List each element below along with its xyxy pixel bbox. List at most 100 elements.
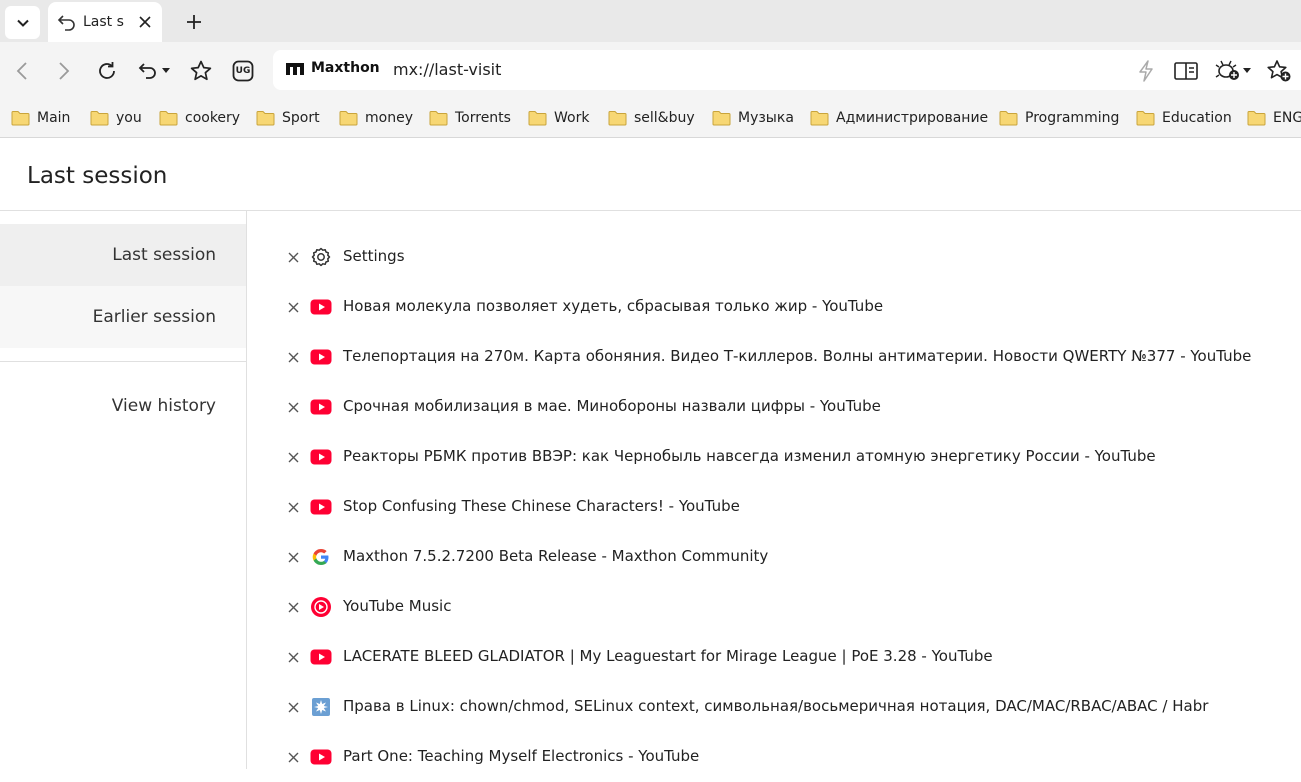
bookmark-label: ENG: [1273, 110, 1301, 126]
remove-item-button[interactable]: [285, 699, 301, 715]
close-icon: [288, 502, 298, 512]
folder-icon: [429, 111, 448, 126]
bookmarks-bar: Main you cookery Sport money Torrents Wo…: [0, 98, 1301, 138]
adblock-button[interactable]: [1213, 58, 1253, 84]
maxthon-logo-icon: [286, 63, 304, 75]
list-item-title[interactable]: Срочная мобилизация в мае. Минобороны на…: [343, 397, 881, 415]
list-item[interactable]: Maxthon 7.5.2.7200 Beta Release - Maxtho…: [247, 532, 1301, 582]
youtube-icon: [310, 646, 332, 668]
bookmark-folder[interactable]: you: [90, 108, 142, 128]
bug-add-icon: [1215, 60, 1239, 80]
youtube-icon: [310, 496, 332, 518]
list-item[interactable]: YouTube Music: [247, 582, 1301, 632]
list-item-title[interactable]: Maxthon 7.5.2.7200 Beta Release - Maxtho…: [343, 547, 768, 565]
remove-item-button[interactable]: [285, 399, 301, 415]
list-item-title[interactable]: LACERATE BLEED GLADIATOR | My Leaguestar…: [343, 647, 993, 665]
sidebar-item-view-history[interactable]: View history: [0, 375, 246, 437]
tab-close-button[interactable]: [136, 13, 154, 31]
bookmark-folder[interactable]: Work: [528, 108, 589, 128]
flash-button[interactable]: [1133, 58, 1159, 84]
list-item[interactable]: Новая молекула позволяет худеть, сбрасыв…: [247, 282, 1301, 332]
bookmark-folder[interactable]: Education: [1136, 108, 1232, 128]
undo-icon: [138, 63, 156, 79]
url-text[interactable]: mx://last-visit: [393, 60, 501, 79]
bookmark-folder[interactable]: Programming: [999, 108, 1119, 128]
caret-down-icon: [162, 68, 170, 73]
undo-close-tab-button[interactable]: [134, 56, 174, 86]
list-item-title[interactable]: Телепортация на 270м. Карта обоняния. Ви…: [343, 347, 1251, 365]
sidebar-item-last-session[interactable]: Last session: [0, 224, 246, 286]
list-item[interactable]: Телепортация на 270м. Карта обоняния. Ви…: [247, 332, 1301, 382]
folder-icon: [712, 111, 731, 126]
list-item-title[interactable]: Реакторы РБМК против ВВЭР: как Чернобыль…: [343, 447, 1156, 465]
sidebar-divider: [0, 361, 246, 362]
bookmark-folder[interactable]: Музыка: [712, 108, 794, 128]
remove-item-button[interactable]: [285, 499, 301, 515]
list-item-title[interactable]: Права в Linux: chown/chmod, SELinux cont…: [343, 697, 1208, 715]
youtube-icon: [310, 346, 332, 368]
remove-item-button[interactable]: [285, 549, 301, 565]
list-item[interactable]: Stop Confusing These Chinese Characters!…: [247, 482, 1301, 532]
reader-mode-button[interactable]: [1173, 58, 1199, 84]
close-icon: [288, 602, 298, 612]
list-item-title[interactable]: Новая молекула позволяет худеть, сбрасыв…: [343, 297, 883, 315]
remove-item-button[interactable]: [285, 349, 301, 365]
bookmark-label: Музыка: [738, 110, 794, 126]
remove-item-button[interactable]: [285, 299, 301, 315]
remove-item-button[interactable]: [285, 249, 301, 265]
remove-item-button[interactable]: [285, 449, 301, 465]
bookmark-folder[interactable]: Main: [11, 108, 70, 128]
forward-button[interactable]: [48, 56, 78, 86]
ug-extension-button[interactable]: UG: [228, 56, 258, 86]
favorites-button[interactable]: [1266, 58, 1292, 84]
gear-icon: [310, 246, 332, 268]
list-item[interactable]: Права в Linux: chown/chmod, SELinux cont…: [247, 682, 1301, 732]
close-icon: [288, 252, 298, 262]
list-item[interactable]: Реакторы РБМК против ВВЭР: как Чернобыль…: [247, 432, 1301, 482]
bookmark-folder[interactable]: Администрирование: [810, 108, 988, 128]
close-icon: [288, 752, 298, 762]
back-button[interactable]: [8, 56, 38, 86]
list-item-title[interactable]: YouTube Music: [343, 597, 451, 615]
star-add-icon: [1267, 60, 1291, 82]
bookmark-folder[interactable]: Sport: [256, 108, 320, 128]
new-tab-button[interactable]: [180, 9, 208, 35]
close-icon: [288, 302, 298, 312]
star-icon: [190, 60, 212, 81]
tab-list-button[interactable]: [5, 6, 40, 39]
site-identity[interactable]: Maxthon: [285, 60, 380, 76]
list-item-title[interactable]: Settings: [343, 247, 405, 265]
bookmark-label: money: [365, 110, 413, 126]
bookmark-folder[interactable]: cookery: [159, 108, 240, 128]
bookmark-folder[interactable]: Torrents: [429, 108, 511, 128]
list-item[interactable]: Part One: Teaching Myself Electronics - …: [247, 732, 1301, 782]
close-icon: [288, 552, 298, 562]
list-item[interactable]: LACERATE BLEED GLADIATOR | My Leaguestar…: [247, 632, 1301, 682]
close-icon: [139, 16, 151, 28]
list-item[interactable]: Settings: [247, 232, 1301, 282]
remove-item-button[interactable]: [285, 649, 301, 665]
bookmark-label: Main: [37, 110, 71, 126]
remove-item-button[interactable]: [285, 599, 301, 615]
reload-button[interactable]: [92, 56, 122, 86]
sidebar-item-earlier-session[interactable]: Earlier session: [0, 286, 246, 348]
bookmark-folder[interactable]: money: [339, 108, 413, 128]
folder-icon: [256, 111, 275, 126]
youtube-icon: [310, 296, 332, 318]
list-item-title[interactable]: Stop Confusing These Chinese Characters!…: [343, 497, 740, 515]
folder-icon: [1247, 111, 1266, 126]
list-item-title[interactable]: Part One: Teaching Myself Electronics - …: [343, 747, 699, 765]
list-item[interactable]: Срочная мобилизация в мае. Минобороны на…: [247, 382, 1301, 432]
bookmark-label: you: [116, 110, 142, 126]
address-bar[interactable]: Maxthon mx://last-visit: [273, 50, 1301, 90]
plus-icon: [187, 15, 201, 29]
bookmark-folder[interactable]: sell&buy: [608, 108, 695, 128]
folder-icon: [999, 111, 1018, 126]
bookmark-folder[interactable]: ENG: [1247, 108, 1301, 128]
youtube-music-icon: [310, 596, 332, 618]
page-title: Last session: [27, 163, 168, 189]
bookmark-star-button[interactable]: [186, 56, 216, 86]
remove-item-button[interactable]: [285, 749, 301, 765]
tab-last-session[interactable]: Last s: [48, 2, 162, 42]
chevron-down-icon: [16, 19, 29, 27]
